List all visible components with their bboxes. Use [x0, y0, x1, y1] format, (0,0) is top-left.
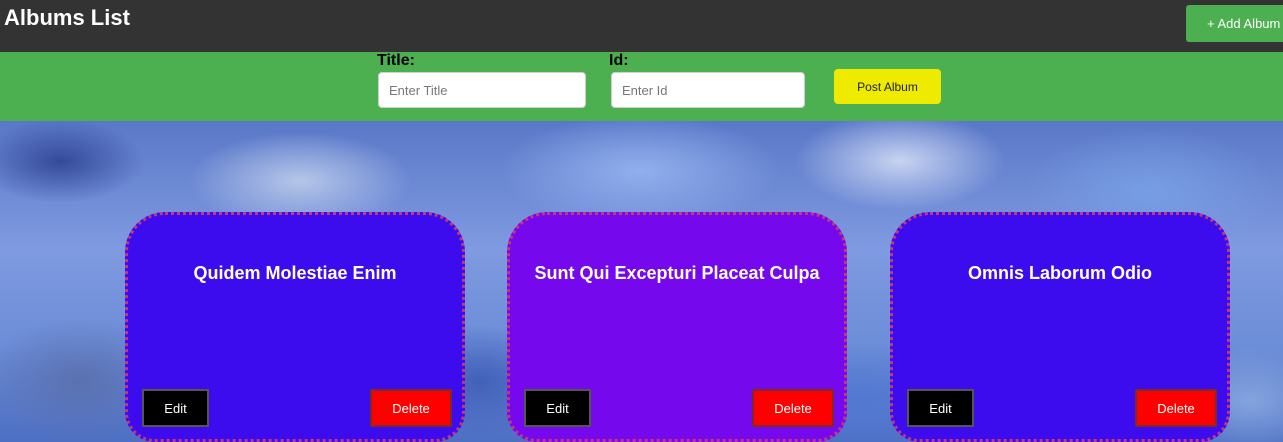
album-card: Sunt Qui Excepturi Placeat Culpa Edit De…	[507, 212, 847, 442]
album-form: Title: Id: Post Album	[0, 52, 1283, 121]
album-title: Sunt Qui Excepturi Placeat Culpa	[534, 263, 820, 283]
post-album-button[interactable]: Post Album	[834, 69, 941, 104]
title-label: Title:	[377, 52, 415, 69]
edit-button[interactable]: Edit	[524, 389, 591, 427]
page-title: Albums List	[4, 5, 130, 30]
top-navbar: Albums List + Add Album	[0, 0, 1283, 52]
add-album-button[interactable]: + Add Album	[1186, 5, 1283, 42]
id-input[interactable]	[611, 72, 805, 108]
album-card: Quidem Molestiae Enim Edit Delete	[125, 212, 465, 442]
delete-button[interactable]: Delete	[370, 389, 452, 427]
id-label: Id:	[609, 52, 629, 69]
delete-button[interactable]: Delete	[752, 389, 834, 427]
title-input[interactable]	[378, 72, 586, 108]
album-title: Quidem Molestiae Enim	[193, 263, 397, 283]
album-title: Omnis Laborum Odio	[967, 263, 1152, 283]
edit-button[interactable]: Edit	[142, 389, 209, 427]
delete-button[interactable]: Delete	[1135, 389, 1217, 427]
edit-button[interactable]: Edit	[907, 389, 974, 427]
album-card: Omnis Laborum Odio Edit Delete	[890, 212, 1230, 442]
